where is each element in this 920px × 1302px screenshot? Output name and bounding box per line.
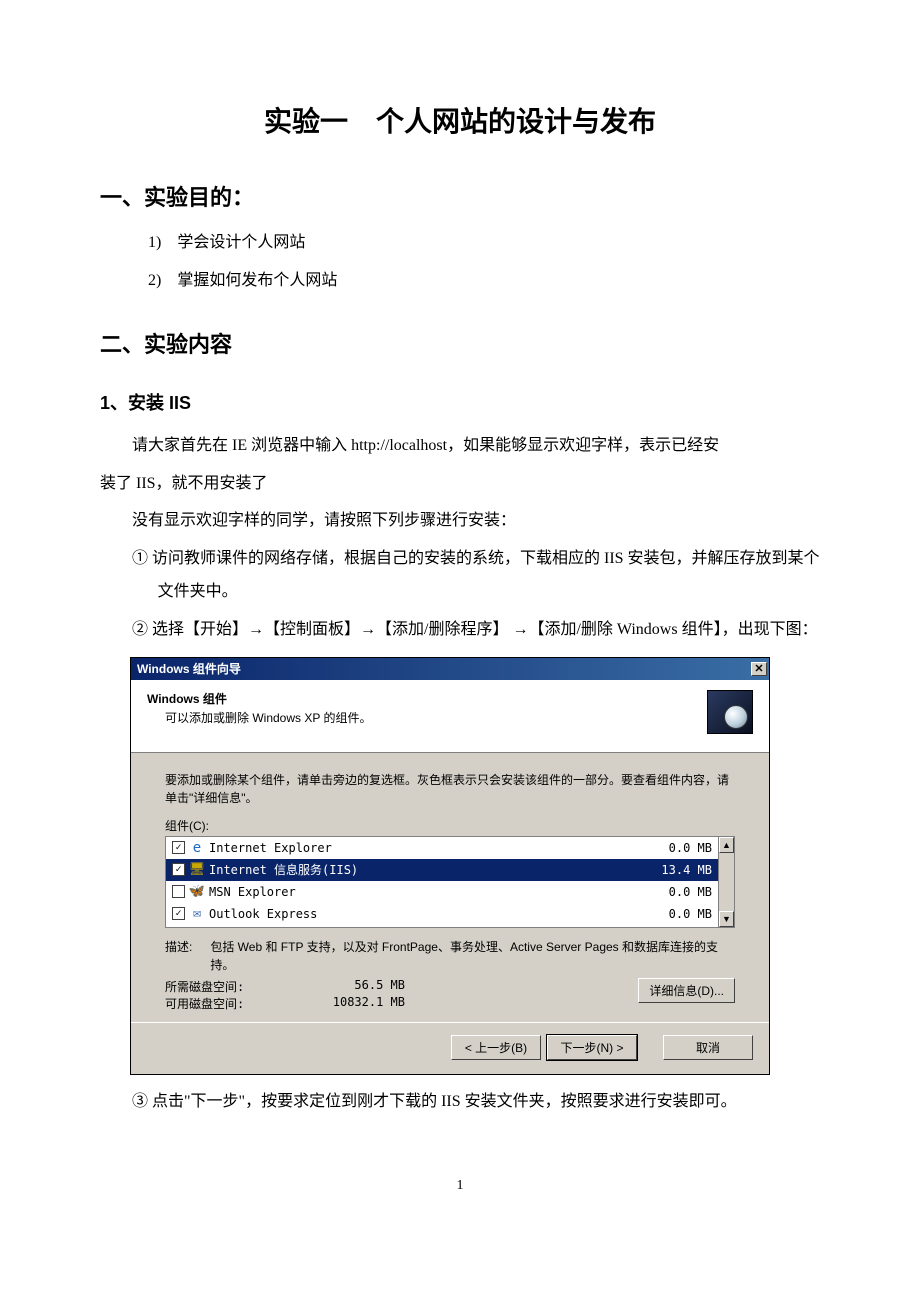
subsection-heading: 1、安装 IIS xyxy=(100,389,820,415)
page-title: 实验一 个人网站的设计与发布 xyxy=(100,100,820,140)
disk-required-label: 所需磁盘空间: xyxy=(165,978,305,995)
goal-list: 1) 学会设计个人网站 2) 掌握如何发布个人网站 xyxy=(148,227,820,297)
back-button[interactable]: < 上一步(B) xyxy=(451,1035,541,1060)
step-list: ① 访问教师课件的网络存储，根据自己的安装的系统，下载相应的 IIS 安装包，并… xyxy=(132,542,820,647)
paragraph: 没有显示欢迎字样的同学，请按照下列步骤进行安装： xyxy=(100,504,820,538)
paragraph: 请大家首先在 IE 浏览器中输入 http://localhost，如果能够显示… xyxy=(100,429,820,463)
step-item: ② 选择【开始】→【控制面板】→【添加/删除程序】 →【添加/删除 Window… xyxy=(132,613,820,647)
page-number: 1 xyxy=(100,1178,820,1194)
checkbox[interactable]: ✓ xyxy=(172,863,185,876)
components-label: 组件(C): xyxy=(165,817,735,834)
close-button[interactable]: ✕ xyxy=(751,662,767,676)
section-2-heading: 二、实验内容 xyxy=(100,327,820,359)
goal-item: 2) 掌握如何发布个人网站 xyxy=(148,265,820,297)
dialog-subheading: 可以添加或删除 Windows XP 的组件。 xyxy=(165,709,707,726)
component-name: Internet 信息服务(IIS) xyxy=(209,861,628,878)
list-item-selected[interactable]: ✓ 🖥 Internet 信息服务(IIS) 13.4 MB xyxy=(166,859,718,881)
description-text: 包括 Web 和 FTP 支持，以及对 FrontPage、事务处理、Activ… xyxy=(210,938,735,974)
paragraph: 装了 IIS，就不用安装了 xyxy=(100,467,820,501)
goal-item: 1) 学会设计个人网站 xyxy=(148,227,820,259)
ie-icon: e xyxy=(189,840,205,856)
disk-available-value: 10832.1 MB xyxy=(305,995,405,1012)
checkbox[interactable]: ✓ xyxy=(172,841,185,854)
dialog-header: Windows 组件 可以添加或删除 Windows XP 的组件。 xyxy=(131,680,769,753)
outlook-icon: ✉ xyxy=(189,906,205,922)
component-size: 13.4 MB xyxy=(632,863,712,877)
dialog-title: Windows 组件向导 xyxy=(137,660,241,677)
description-label: 描述: xyxy=(165,938,192,974)
component-name: MSN Explorer xyxy=(209,885,628,899)
component-name: Outlook Express xyxy=(209,907,628,921)
details-button[interactable]: 详细信息(D)... xyxy=(638,978,735,1003)
next-button[interactable]: 下一步(N) > xyxy=(547,1035,637,1060)
dialog-heading: Windows 组件 xyxy=(147,690,707,707)
disk-available-label: 可用磁盘空间: xyxy=(165,995,305,1012)
component-size: 0.0 MB xyxy=(632,885,712,899)
msn-icon: 🦋 xyxy=(189,884,205,900)
dialog-instruction: 要添加或删除某个组件，请单击旁边的复选框。灰色框表示只会安装该组件的一部分。要查… xyxy=(165,771,735,807)
checkbox[interactable]: ✓ xyxy=(172,907,185,920)
scroll-down-icon[interactable]: ▼ xyxy=(719,911,734,927)
checkbox[interactable] xyxy=(172,885,185,898)
titlebar: Windows 组件向导 ✕ xyxy=(131,658,769,680)
component-size: 0.0 MB xyxy=(632,907,712,921)
section-1-heading: 一、实验目的： xyxy=(100,180,820,212)
component-name: Internet Explorer xyxy=(209,841,628,855)
scrollbar[interactable]: ▲ ▼ xyxy=(718,837,734,927)
goal-text: 学会设计个人网站 xyxy=(177,234,305,251)
component-size: 0.0 MB xyxy=(632,841,712,855)
dialog-footer: < 上一步(B) 下一步(N) > 取消 xyxy=(131,1022,769,1074)
step-list: ③ 点击"下一步"，按要求定位到刚才下载的 IIS 安装文件夹，按照要求进行安装… xyxy=(132,1085,820,1119)
step-item: ③ 点击"下一步"，按要求定位到刚才下载的 IIS 安装文件夹，按照要求进行安装… xyxy=(132,1085,820,1119)
step-item: ① 访问教师课件的网络存储，根据自己的安装的系统，下载相应的 IIS 安装包，并… xyxy=(132,542,820,609)
scroll-up-icon[interactable]: ▲ xyxy=(719,837,734,853)
installer-icon xyxy=(707,690,753,734)
iis-icon: 🖥 xyxy=(189,862,205,878)
goal-text: 掌握如何发布个人网站 xyxy=(177,272,337,289)
list-item[interactable]: ✓ ✉ Outlook Express 0.0 MB xyxy=(166,903,718,925)
windows-component-wizard-dialog: Windows 组件向导 ✕ Windows 组件 可以添加或删除 Window… xyxy=(130,657,770,1075)
components-listbox[interactable]: ✓ e Internet Explorer 0.0 MB ✓ 🖥 Interne… xyxy=(165,836,735,928)
cancel-button[interactable]: 取消 xyxy=(663,1035,753,1060)
list-item[interactable]: ✓ e Internet Explorer 0.0 MB xyxy=(166,837,718,859)
list-item[interactable]: 🦋 MSN Explorer 0.0 MB xyxy=(166,881,718,903)
disk-required-value: 56.5 MB xyxy=(305,978,405,995)
